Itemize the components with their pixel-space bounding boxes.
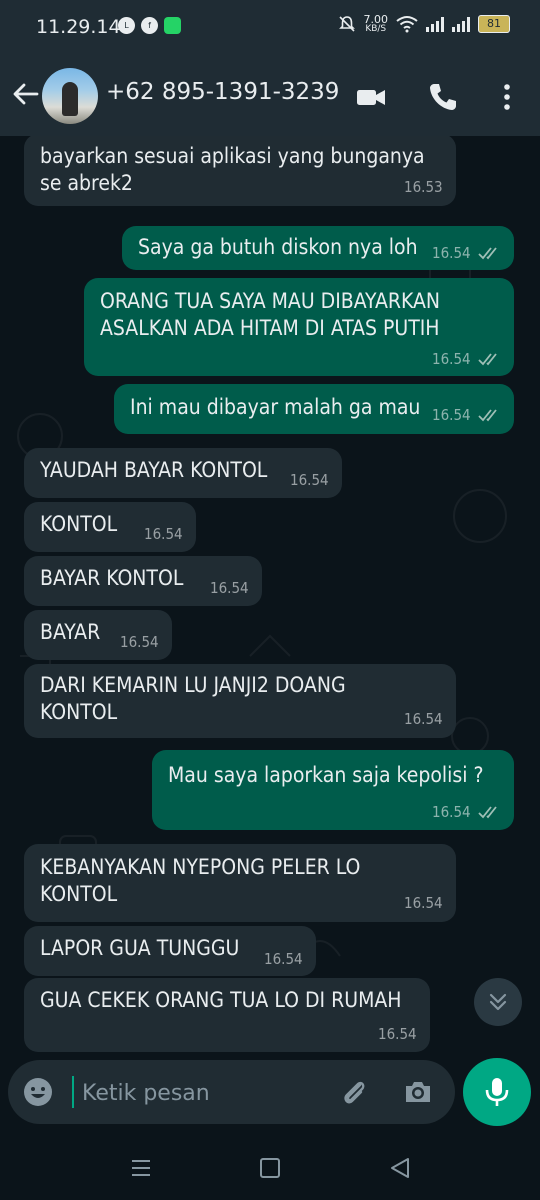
read-ticks-icon [478,806,497,819]
message-time: 16.54 [432,803,471,821]
message-text: GUA CEKEK ORANG TUA LO DI RUMAH [40,988,402,1012]
chat-header: +62 895-1391-3239 [0,56,540,136]
signal-icon-1 [426,16,444,32]
message-text: KONTOL [40,512,118,536]
message-time: 16.54 [404,894,443,912]
message-bubble-outgoing[interactable]: Saya ga butuh diskon nya loh 16.54 [122,226,514,270]
system-nav-bar [0,1136,540,1200]
facebook-icon: f [141,17,158,34]
status-right: 7.00 KB/S 81 [338,14,510,34]
wifi-icon [396,16,418,33]
message-time: 16.53 [404,178,443,196]
message-text: bayarkan sesuai aplikasi yang bunganya s… [40,144,425,195]
mic-button[interactable] [463,1058,531,1126]
message-text: LAPOR GUA TUNGGU [40,936,240,960]
message-time: 16.54 [378,1025,417,1043]
back-arrow-icon[interactable] [12,80,40,108]
contact-avatar[interactable] [42,68,98,124]
message-text: ORANG TUA SAYA MAU DIBAYARKAN ASALKAN AD… [100,289,441,340]
message-bubble-incoming[interactable]: YAUDAH BAYAR KONTOL 16.54 [24,448,342,498]
message-text: Saya ga butuh diskon nya loh [138,235,418,259]
network-speed: 7.00 KB/S [364,14,389,34]
camera-icon[interactable] [402,1076,434,1108]
message-bubble-incoming[interactable]: BAYAR KONTOL 16.54 [24,556,262,606]
attach-icon[interactable] [338,1076,370,1108]
message-time: 16.54 [432,350,471,368]
mute-bell-icon [338,16,355,32]
message-time: 16.54 [432,244,471,262]
message-bubble-incoming[interactable]: LAPOR GUA TUNGGU 16.54 [24,926,316,976]
message-bubble-incoming[interactable]: GUA CEKEK ORANG TUA LO DI RUMAH 16.54 [24,978,430,1052]
chat-app-icon [164,17,181,34]
status-bar: 11.29.14 L f 7.00 KB/S 81 [0,0,540,56]
video-call-icon[interactable] [354,80,388,114]
notification-icons: L f [118,17,181,34]
message-text: YAUDAH BAYAR KONTOL [40,458,268,482]
message-text: KEBANYAKAN NYEPONG PELER LO KONTOL [40,855,361,906]
battery-indicator: 81 [478,15,510,33]
home-icon[interactable] [260,1158,280,1178]
message-text: BAYAR KONTOL [40,566,184,590]
read-ticks-icon [478,247,497,260]
message-bubble-incoming[interactable]: DARI KEMARIN LU JANJI2 DOANG KONTOL 16.5… [24,664,456,738]
message-bubble-outgoing[interactable]: ORANG TUA SAYA MAU DIBAYARKAN ASALKAN AD… [84,278,514,376]
contact-name[interactable]: +62 895-1391-3239 [106,79,339,105]
message-time: 16.54 [210,579,249,597]
message-bubble-incoming[interactable]: KONTOL 16.54 [24,502,196,552]
nav-back-icon[interactable] [388,1156,412,1180]
message-bubble-outgoing[interactable]: Ini mau dibayar malah ga mau 16.54 [114,384,514,434]
message-text: Mau saya laporkan saja kepolisi ? [168,763,484,787]
mic-icon [485,1078,509,1106]
message-bubble-outgoing[interactable]: Mau saya laporkan saja kepolisi ? 16.54 [152,750,514,830]
message-text: BAYAR [40,620,101,644]
chat-area[interactable]: bayarkan sesuai aplikasi yang bunganya s… [0,136,540,1058]
message-bubble-incoming[interactable]: KEBANYAKAN NYEPONG PELER LO KONTOL 16.54 [24,844,456,922]
message-time: 16.54 [432,406,471,424]
text-cursor [72,1076,74,1108]
line-icon: L [118,17,135,34]
message-input-bar [8,1060,455,1124]
read-ticks-icon [478,409,497,422]
message-bubble-incoming[interactable]: bayarkan sesuai aplikasi yang bunganya s… [24,136,456,206]
message-input[interactable] [80,1074,334,1112]
message-time: 16.54 [144,525,183,543]
scroll-down-button[interactable] [474,978,522,1026]
message-time: 16.54 [120,633,159,651]
emoji-icon[interactable] [22,1076,54,1108]
signal-icon-2 [452,16,470,32]
message-time: 16.54 [290,471,329,489]
message-time: 16.54 [264,950,303,968]
status-time: 11.29.14 [36,16,121,38]
read-ticks-icon [478,353,497,366]
speed-unit: KB/S [365,24,387,34]
recent-apps-icon[interactable] [130,1158,152,1178]
more-vert-icon[interactable] [490,80,524,114]
message-text: Ini mau dibayar malah ga mau [130,395,421,419]
message-bubble-incoming[interactable]: BAYAR 16.54 [24,610,172,660]
message-text: DARI KEMARIN LU JANJI2 DOANG KONTOL [40,673,346,724]
double-chevron-down-icon [489,993,507,1011]
message-time: 16.54 [404,710,443,728]
phone-icon[interactable] [426,80,460,114]
